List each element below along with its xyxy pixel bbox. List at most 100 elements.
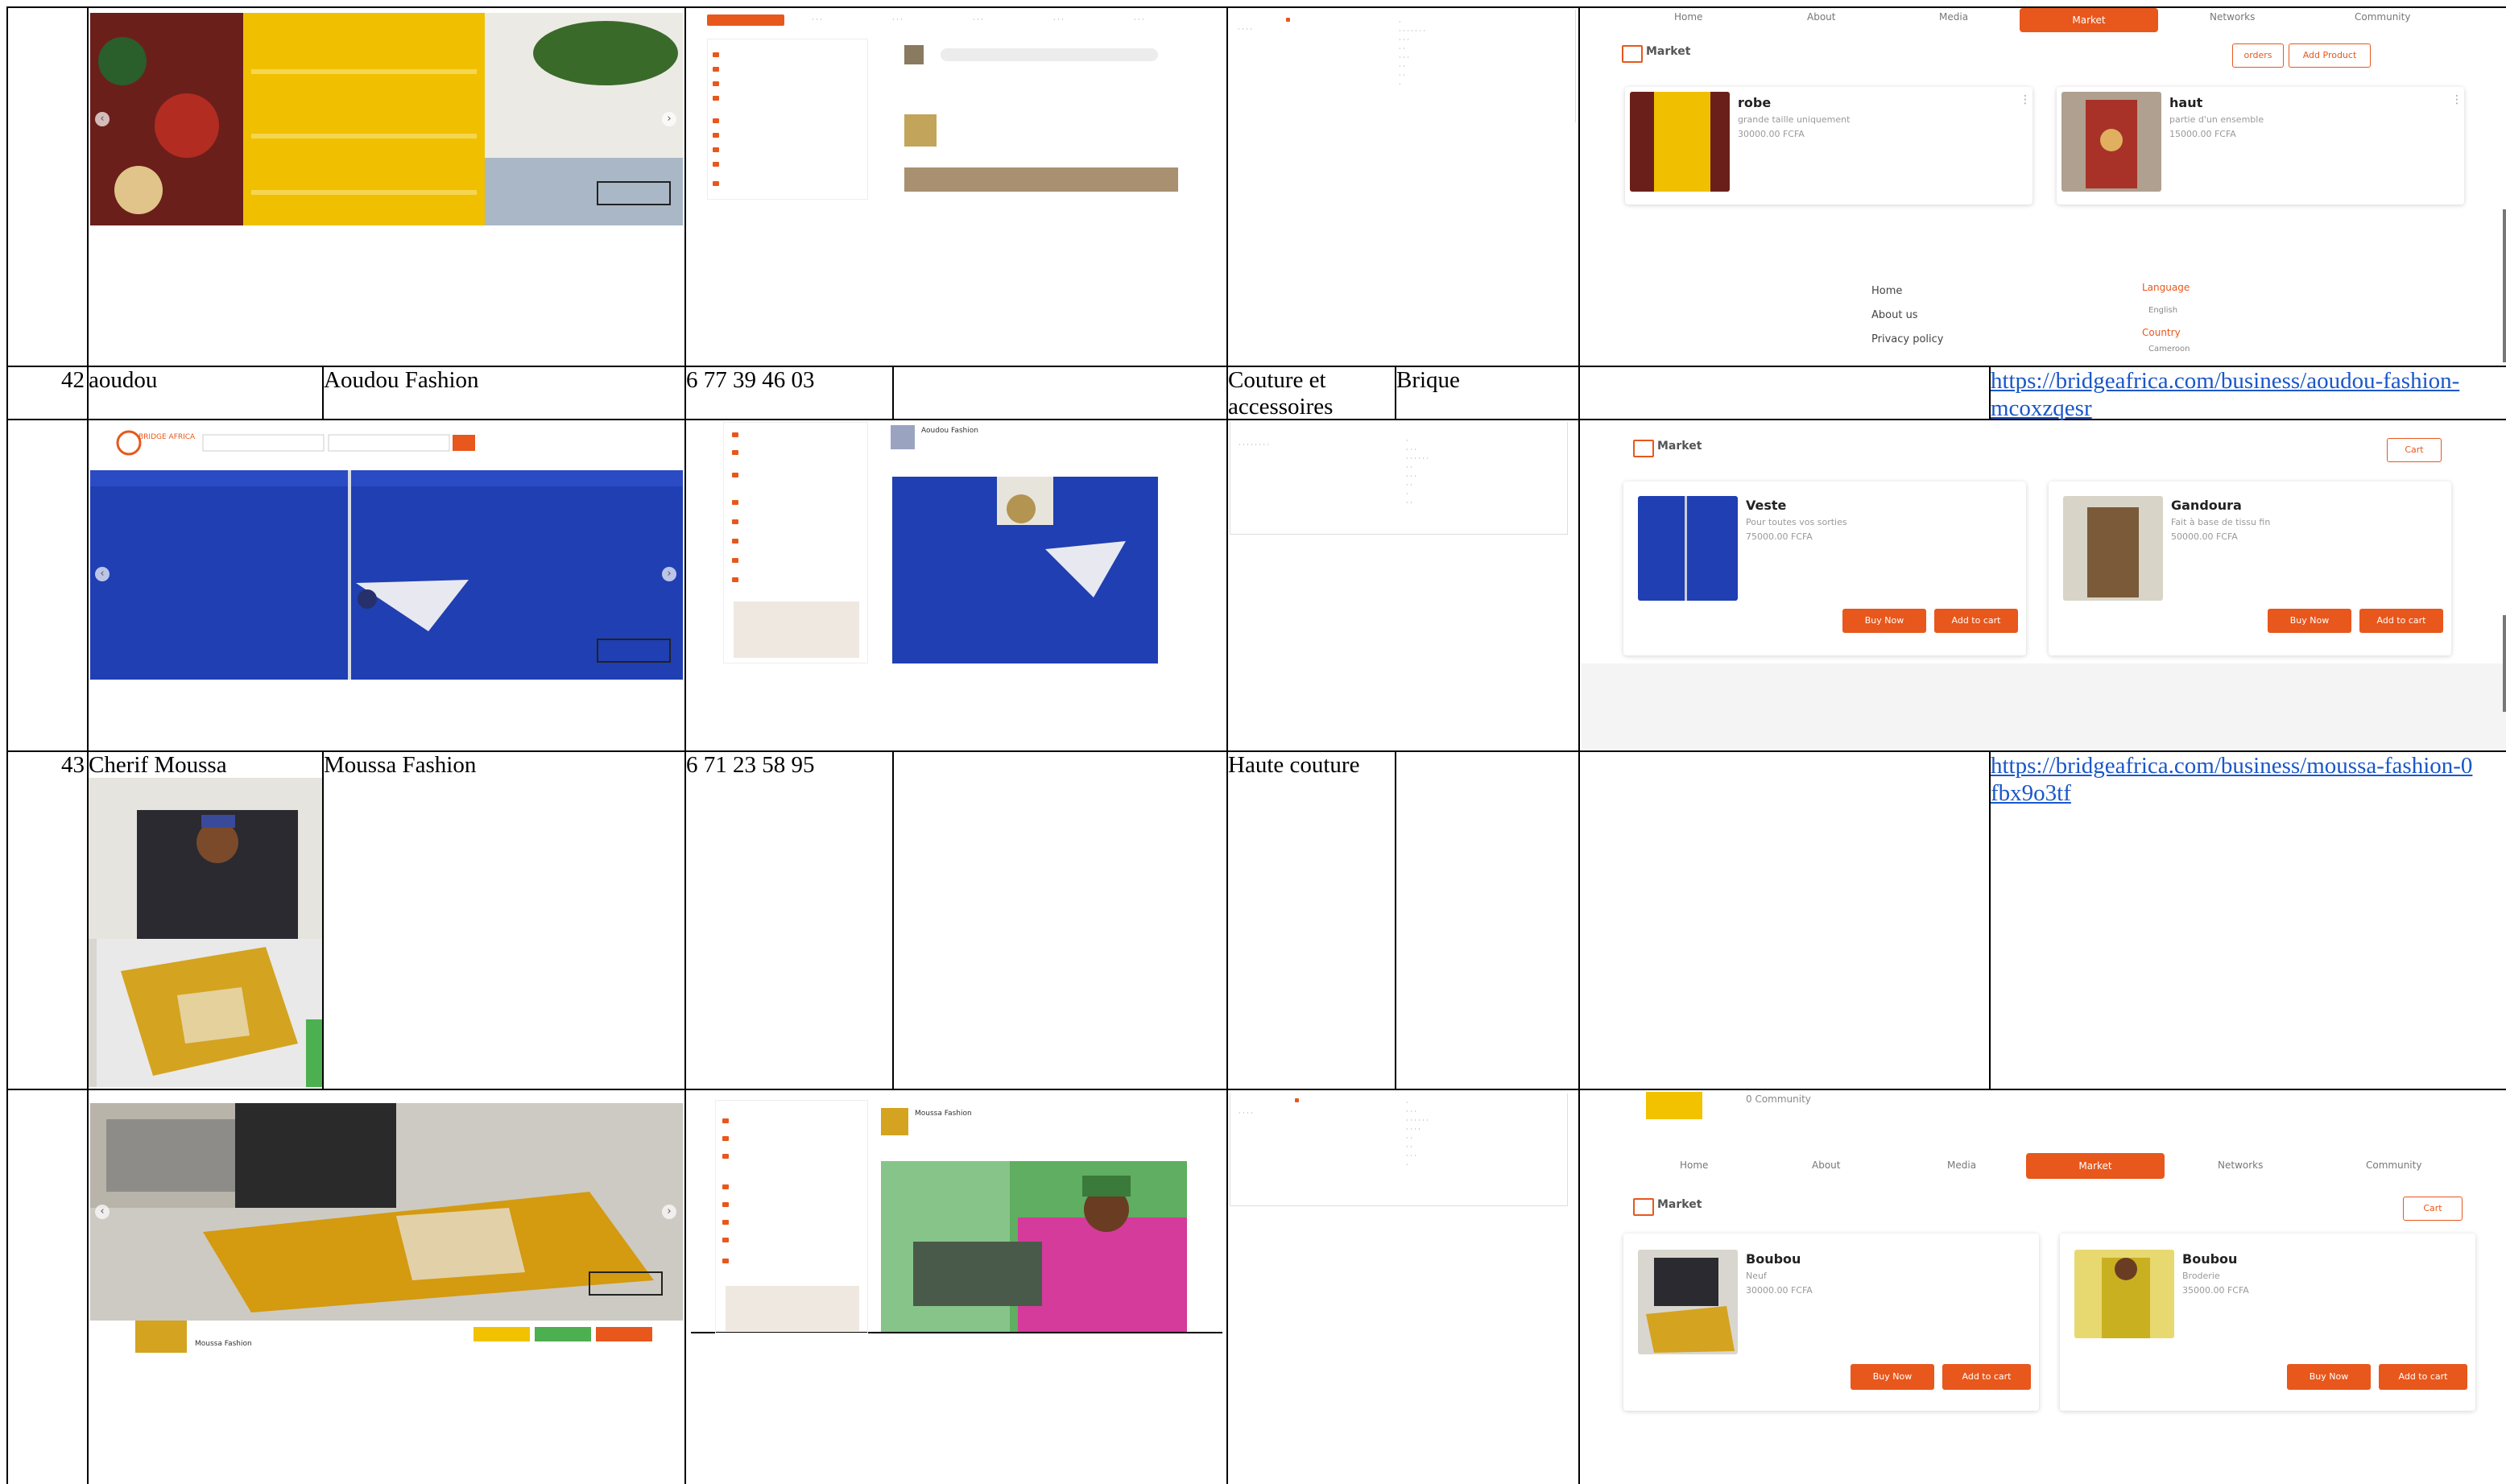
info-icon <box>732 558 738 563</box>
info-icon <box>732 539 738 544</box>
more-options-icon[interactable]: ⋮ <box>2020 93 2031 106</box>
avatar <box>904 45 924 64</box>
product-price: 35000.00 FCFA <box>2182 1285 2249 1296</box>
category: Couture et accessoires <box>1228 367 1334 420</box>
nav-tab-market[interactable]: Market <box>2026 1153 2165 1179</box>
info-icon <box>722 1184 729 1189</box>
info-icon <box>713 147 719 152</box>
country-select[interactable]: Cameroon <box>2148 345 2190 353</box>
nav-tab-home[interactable]: Home <box>1674 11 1702 23</box>
business-name: Moussa Fashion <box>324 752 477 778</box>
info-icon <box>713 52 719 57</box>
product-card[interactable]: Veste Pour toutes vos sorties 75000.00 F… <box>1623 482 2026 655</box>
info-icon <box>1295 1098 1299 1102</box>
city: Brique <box>1396 367 1460 393</box>
nav-tab-about[interactable]: About <box>1812 1160 1840 1171</box>
owner-photo <box>89 778 322 1087</box>
row-number: 43 <box>61 752 85 778</box>
language-label: Language <box>2142 282 2190 293</box>
blue-outfit-photo <box>90 422 683 680</box>
product-description: Neuf <box>1746 1271 1767 1281</box>
nav-tab-media[interactable]: Media <box>1939 11 1968 23</box>
add-to-cart-button[interactable]: Add to cart <box>1942 1364 2031 1390</box>
add-product-button[interactable]: Add Product <box>2289 43 2371 68</box>
info-icon <box>732 432 738 437</box>
buy-now-button[interactable]: Buy Now <box>2268 609 2351 633</box>
business-url-link[interactable]: https://bridgeafrica.com/business/moussa… <box>1991 752 2474 807</box>
info-icon <box>732 500 738 505</box>
nav-tab-community[interactable]: Community <box>2355 11 2410 23</box>
cart-button[interactable]: Cart <box>2403 1197 2463 1221</box>
chevron-right-icon[interactable]: › <box>662 112 676 126</box>
cart-button[interactable]: Cart <box>2387 438 2442 462</box>
contact-name: Cherif Moussa <box>89 752 227 778</box>
product-card[interactable]: robe grande taille uniquement 30000.00 F… <box>1625 87 2033 205</box>
buy-now-button[interactable]: Buy Now <box>2287 1364 2371 1390</box>
product-card[interactable]: Boubou Neuf 30000.00 FCFA Buy Now Add to… <box>1623 1234 2039 1411</box>
info-icon <box>722 1238 729 1242</box>
nav-tab-text: · · · <box>812 16 822 23</box>
chevron-left-icon[interactable]: ‹ <box>95 1205 110 1219</box>
info-icon <box>713 133 719 138</box>
grid-vline <box>892 750 894 1089</box>
community-count: 0 Community <box>1746 1093 1811 1105</box>
avatar <box>904 114 937 147</box>
footer-link-privacy[interactable]: Privacy policy <box>1871 333 1943 345</box>
chevron-right-icon[interactable]: › <box>662 1205 676 1219</box>
product-thumbnail <box>2074 1250 2174 1338</box>
scrollbar[interactable] <box>2503 615 2506 712</box>
language-select[interactable]: English <box>2148 306 2177 315</box>
add-to-cart-button[interactable]: Add to cart <box>2359 609 2443 633</box>
product-name: Gandoura <box>2171 498 2242 513</box>
add-to-cart-button[interactable]: Add to cart <box>1934 609 2018 633</box>
store-icon <box>1633 1198 1654 1216</box>
info-text: · · · · · · · · · · · · · · · · · · · · · <box>1399 19 1426 88</box>
nav-tab-networks[interactable]: Networks <box>2210 11 2255 23</box>
scrollbar[interactable] <box>2503 209 2506 362</box>
market-title: Market <box>1646 45 1691 58</box>
buy-now-button[interactable]: Buy Now <box>1842 609 1926 633</box>
website-screenshot: Moussa Fashion ‹ › <box>90 1103 683 1361</box>
info-icon <box>713 67 719 72</box>
product-card[interactable]: haut partie d'un ensemble 15000.00 FCFA … <box>2057 87 2464 205</box>
nav-tab-media[interactable]: Media <box>1947 1160 1976 1171</box>
chevron-right-icon[interactable]: › <box>662 567 676 581</box>
chevron-left-icon[interactable]: ‹ <box>95 112 110 126</box>
product-thumbnail <box>1630 92 1730 192</box>
grid-vline <box>684 6 686 1484</box>
nav-tab-about[interactable]: About <box>1807 11 1835 23</box>
product-carousel-image: ‹ › <box>90 13 683 225</box>
message-button[interactable] <box>535 1327 591 1341</box>
grid-vline <box>892 366 894 419</box>
business-url-link[interactable]: https://bridgeafrica.com/business/aoudou… <box>1991 367 2474 422</box>
grid-vline <box>6 6 8 1484</box>
info-icon <box>713 96 719 101</box>
nav-tab-community[interactable]: Community <box>2366 1160 2421 1171</box>
grid-vline <box>322 750 324 1089</box>
info-icon <box>722 1220 729 1225</box>
sidebar-info-panel <box>723 422 868 663</box>
info-icon <box>713 81 719 86</box>
business-info-screenshot: · · · · · · · · · · · · · · · · · · · · · · … <box>1230 422 1568 535</box>
product-card[interactable]: Gandoura Fait à base de tissu fin 50000.… <box>2049 482 2451 655</box>
info-icon <box>713 181 719 186</box>
product-card[interactable]: Boubou Broderie 35000.00 FCFA Buy Now Ad… <box>2060 1234 2475 1411</box>
follow-button[interactable] <box>596 1327 652 1341</box>
nav-tab-networks[interactable]: Networks <box>2218 1160 2263 1171</box>
orders-button[interactable]: orders <box>2232 43 2284 68</box>
panel-footer-area <box>1582 663 2506 749</box>
store-icon <box>1622 45 1643 63</box>
nav-tab-market[interactable]: Market <box>2020 8 2158 32</box>
nav-tab-home[interactable]: Home <box>1680 1160 1708 1171</box>
more-options-icon[interactable]: ⋮ <box>2451 93 2463 106</box>
info-icon <box>722 1118 729 1123</box>
chevron-left-icon[interactable]: ‹ <box>95 567 110 581</box>
action-button[interactable] <box>473 1327 530 1341</box>
add-to-cart-button[interactable]: Add to cart <box>2379 1364 2467 1390</box>
buy-now-button[interactable]: Buy Now <box>1851 1364 1934 1390</box>
footer-link-about[interactable]: About us <box>1871 309 1918 321</box>
product-price: 75000.00 FCFA <box>1746 531 1813 542</box>
footer-link-home[interactable]: Home <box>1871 285 1902 297</box>
post-image <box>904 167 1178 192</box>
grid-hline <box>6 1089 2506 1090</box>
